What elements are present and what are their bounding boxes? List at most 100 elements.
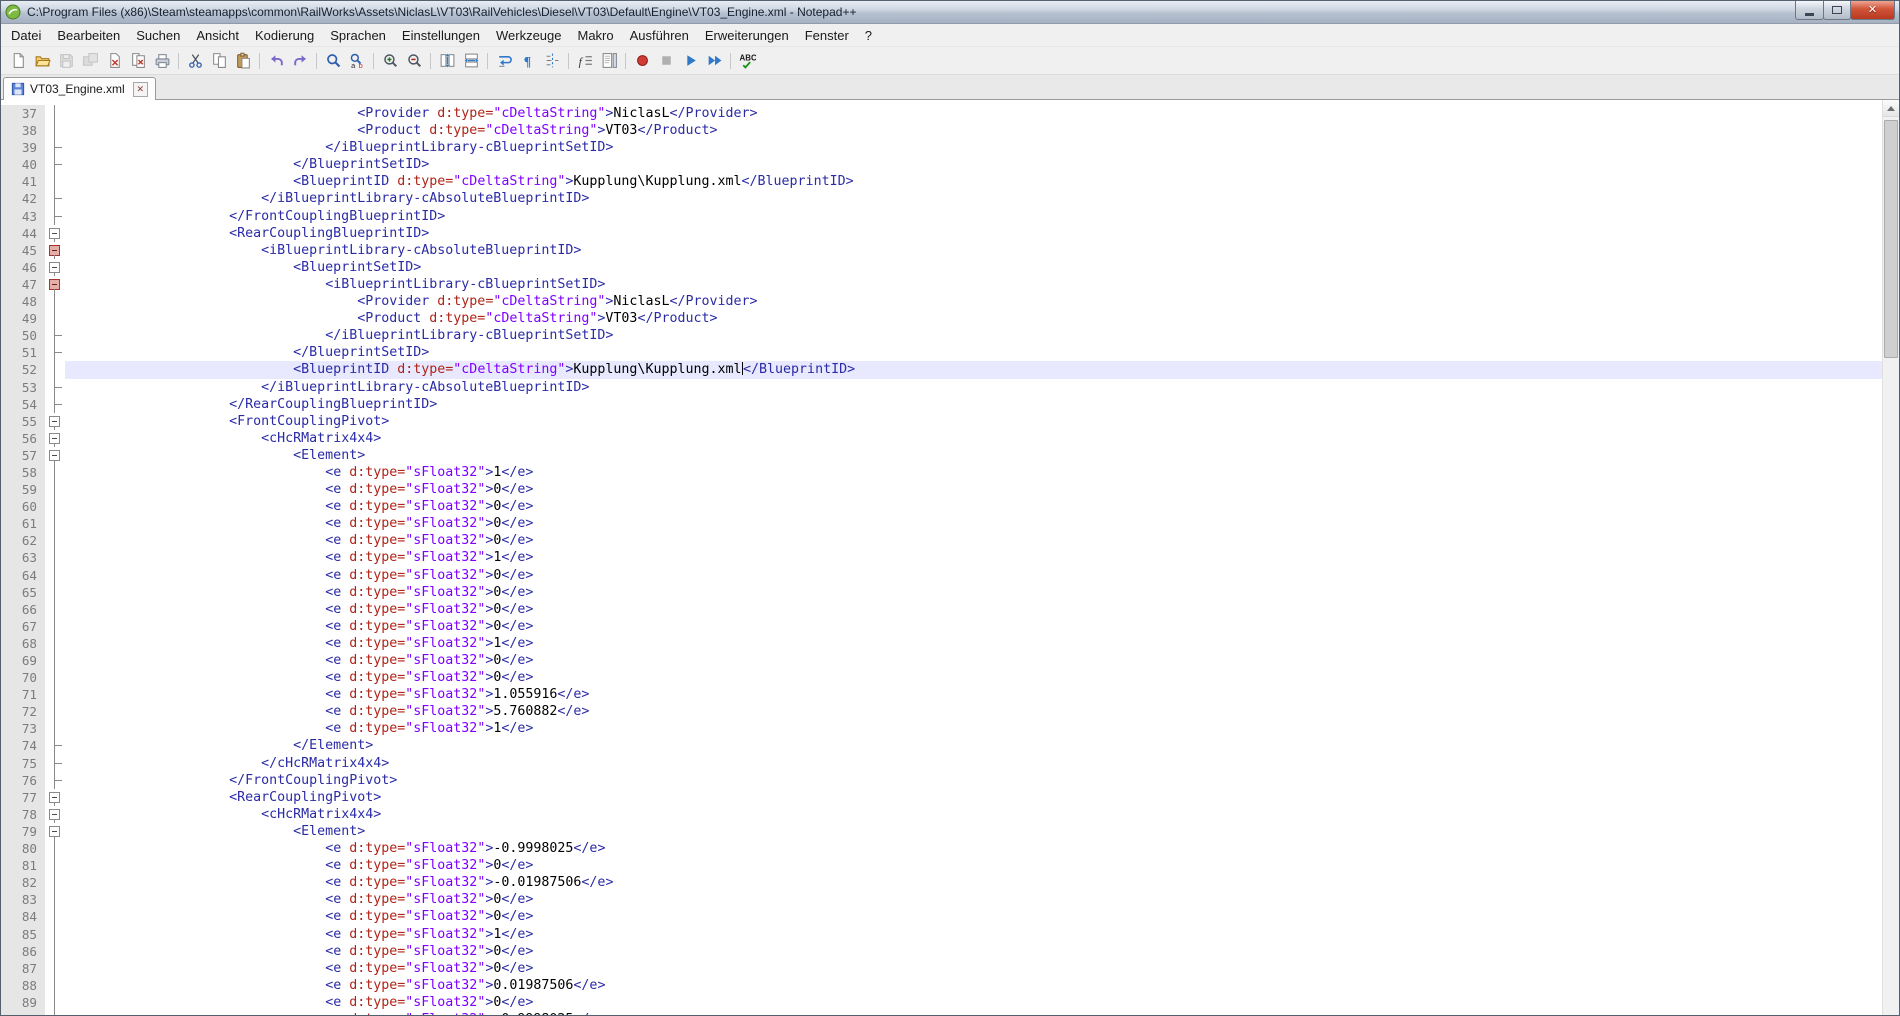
close-window-button[interactable]: ✕ (1850, 1, 1895, 20)
menu-item-kodierung[interactable]: Kodierung (247, 26, 322, 45)
code-text[interactable]: </iBlueprintLibrary-cAbsoluteBlueprintID… (65, 190, 1882, 207)
code-text[interactable]: <cHcRMatrix4x4> (65, 806, 1882, 823)
code-text[interactable]: <e d:type="sFloat32">0</e> (65, 857, 1882, 874)
code-text[interactable]: <e d:type="sFloat32">0</e> (65, 943, 1882, 960)
code-text[interactable]: <e d:type="sFloat32">1</e> (65, 635, 1882, 652)
run-macro-multiple-button[interactable] (703, 50, 725, 72)
code-text[interactable]: <e d:type="sFloat32">0</e> (65, 498, 1882, 515)
code-text[interactable]: <iBlueprintLibrary-cAbsoluteBlueprintID> (65, 242, 1882, 259)
code-text[interactable]: <e d:type="sFloat32">0</e> (65, 584, 1882, 601)
line-number[interactable]: 85 (1, 926, 45, 943)
zoom-out-button[interactable] (403, 50, 425, 72)
line-number[interactable]: 59 (1, 481, 45, 498)
title-bar[interactable]: C:\Program Files (x86)\Steam\steamapps\c… (1, 1, 1899, 24)
line-number[interactable]: 67 (1, 618, 45, 635)
code-text[interactable]: </iBlueprintLibrary-cBlueprintSetID> (65, 139, 1882, 156)
redo-button[interactable] (289, 50, 311, 72)
menu-item-suchen[interactable]: Suchen (128, 26, 188, 45)
line-number[interactable]: 50 (1, 327, 45, 344)
line-number[interactable]: 71 (1, 686, 45, 703)
line-number[interactable]: 79 (1, 823, 45, 840)
zoom-in-button[interactable] (379, 50, 401, 72)
line-number[interactable]: 75 (1, 755, 45, 772)
line-number[interactable]: 40 (1, 156, 45, 173)
code-text[interactable]: <e d:type="sFloat32">1</e> (65, 720, 1882, 737)
line-number[interactable]: 48 (1, 293, 45, 310)
line-number[interactable]: 88 (1, 977, 45, 994)
fold-margin-cell[interactable] (45, 789, 65, 806)
line-number[interactable]: 42 (1, 190, 45, 207)
menu-item-erweiterungen[interactable]: Erweiterungen (697, 26, 797, 45)
line-number[interactable]: 41 (1, 173, 45, 190)
menu-item-help[interactable]: ? (857, 26, 880, 45)
code-text[interactable]: <e d:type="sFloat32">1</e> (65, 549, 1882, 566)
editor[interactable]: 37 <Provider d:type="cDeltaString">Nicla… (1, 100, 1899, 1015)
sync-vertical-scroll-button[interactable] (436, 50, 458, 72)
line-number[interactable]: 49 (1, 310, 45, 327)
menu-item-ansicht[interactable]: Ansicht (188, 26, 247, 45)
code-text[interactable]: <e d:type="sFloat32">0</e> (65, 567, 1882, 584)
line-number[interactable]: 52 (1, 361, 45, 378)
close-file-button[interactable] (103, 50, 125, 72)
line-number[interactable]: 37 (1, 105, 45, 122)
minimize-button[interactable] (1795, 1, 1824, 20)
fold-margin-cell[interactable] (45, 225, 65, 242)
line-number[interactable]: 44 (1, 225, 45, 242)
line-number[interactable]: 63 (1, 549, 45, 566)
line-number[interactable]: 87 (1, 960, 45, 977)
line-number[interactable]: 54 (1, 396, 45, 413)
code-text[interactable]: <e d:type="sFloat32">5.760882</e> (65, 703, 1882, 720)
line-number[interactable]: 55 (1, 413, 45, 430)
document-map-button[interactable] (598, 50, 620, 72)
line-number[interactable]: 74 (1, 737, 45, 754)
code-text[interactable]: <FrontCouplingPivot> (65, 413, 1882, 430)
function-list-button[interactable]: f (574, 50, 596, 72)
fold-margin-cell[interactable] (45, 806, 65, 823)
code-text[interactable]: <Provider d:type="cDeltaString">NiclasL<… (65, 105, 1882, 122)
fold-margin-cell[interactable] (45, 447, 65, 464)
menu-item-makro[interactable]: Makro (570, 26, 622, 45)
line-number[interactable]: 60 (1, 498, 45, 515)
line-number[interactable]: 38 (1, 122, 45, 139)
code-text[interactable]: <e d:type="sFloat32">-0.9998025</e> (65, 840, 1882, 857)
fold-margin-cell[interactable] (45, 413, 65, 430)
code-text[interactable]: </BlueprintSetID> (65, 344, 1882, 361)
cut-button[interactable] (184, 50, 206, 72)
sync-horizontal-scroll-button[interactable] (460, 50, 482, 72)
code-text[interactable]: <e d:type="sFloat32">0</e> (65, 908, 1882, 925)
line-number[interactable]: 73 (1, 720, 45, 737)
line-number[interactable]: 39 (1, 139, 45, 156)
code-text[interactable]: <e d:type="sFloat32">1</e> (65, 464, 1882, 481)
fold-margin-cell[interactable] (45, 823, 65, 840)
word-wrap-button[interactable] (493, 50, 515, 72)
fold-margin-cell[interactable] (45, 242, 65, 259)
code-text[interactable]: <e d:type="sFloat32">0</e> (65, 601, 1882, 618)
line-number[interactable]: 77 (1, 789, 45, 806)
code-text[interactable]: <e d:type="sFloat32">0</e> (65, 960, 1882, 977)
line-number[interactable]: 61 (1, 515, 45, 532)
code-text[interactable]: <e d:type="sFloat32">0</e> (65, 515, 1882, 532)
line-number[interactable]: 72 (1, 703, 45, 720)
code-text[interactable]: <Product d:type="cDeltaString">VT03</Pro… (65, 310, 1882, 327)
line-number[interactable]: 68 (1, 635, 45, 652)
code-text[interactable]: <e d:type="sFloat32">0</e> (65, 532, 1882, 549)
tab-close-button[interactable]: ✕ (133, 82, 148, 97)
line-number[interactable]: 53 (1, 379, 45, 396)
code-text[interactable]: </iBlueprintLibrary-cAbsoluteBlueprintID… (65, 379, 1882, 396)
code-text[interactable]: <Element> (65, 447, 1882, 464)
line-number[interactable]: 66 (1, 601, 45, 618)
code-text[interactable]: </FrontCouplingBlueprintID> (65, 208, 1882, 225)
code-text[interactable]: </cHcRMatrix4x4> (65, 755, 1882, 772)
code-text[interactable]: <e d:type="sFloat32">0</e> (65, 652, 1882, 669)
code-text[interactable]: <BlueprintSetID> (65, 259, 1882, 276)
code-text[interactable]: <BlueprintID d:type="cDeltaString">Kuppl… (65, 173, 1882, 190)
line-number[interactable]: 65 (1, 584, 45, 601)
code-text[interactable]: <Product d:type="cDeltaString">VT03</Pro… (65, 122, 1882, 139)
line-number[interactable]: 64 (1, 567, 45, 584)
print-button[interactable] (151, 50, 173, 72)
maximize-button[interactable] (1823, 1, 1851, 20)
menu-item-fenster[interactable]: Fenster (797, 26, 857, 45)
line-number[interactable]: 89 (1, 994, 45, 1011)
new-file-button[interactable] (7, 50, 29, 72)
line-number[interactable]: 70 (1, 669, 45, 686)
